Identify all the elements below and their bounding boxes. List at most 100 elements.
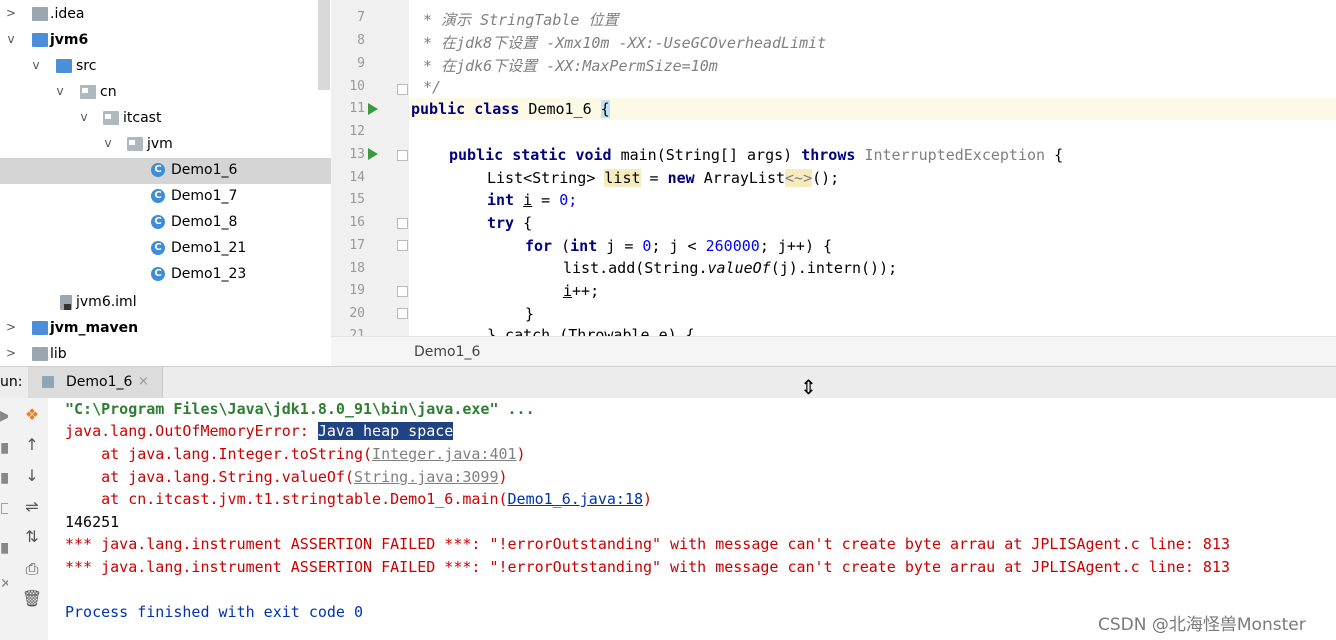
code-editor[interactable]: 7 8 9 10 11 12 13 14 15 16 17 18 19 20 2… [331,0,1336,367]
line-number: 15 [349,192,365,207]
source-link[interactable]: Demo1_6.java:18 [508,490,643,508]
tree-item-jvm6-iml[interactable]: jvm6.iml [0,290,331,316]
class-icon: C [151,163,165,177]
editor-gutter: 7 8 9 10 11 12 13 14 15 16 17 18 19 20 2… [331,0,409,336]
code-line-main-decl: public static void main(String[] args) t… [449,146,1064,164]
tree-item-idea[interactable]: > .idea [0,2,331,28]
code-line-close-for: } [525,305,535,323]
breadcrumb[interactable]: Demo1_6 [331,336,1336,367]
run-toolbar: ▶ ■ ■ □ ■ ✕ ❖ ↑ ↓ ⇌ ⇅ ⎙ 🗑 [0,398,49,640]
module-folder-icon [32,33,48,47]
line-number: 11 [349,101,365,116]
tree-item-demo1-6[interactable]: C Demo1_6 [0,158,331,184]
console-finished-line: Process finished with exit code 0 [65,603,364,621]
run-tool-header: un: Demo1_6 × ⇕ [0,366,1336,399]
settings-icon[interactable]: □ [0,500,8,516]
fold-marker-icon[interactable] [397,286,408,297]
tree-item-label: jvm_maven [50,320,139,336]
scroll-to-end-icon[interactable]: ⇅ [21,526,43,548]
console-error-line: java.lang.OutOfMemoryError: Java heap sp… [65,422,454,440]
line-number: 14 [349,170,365,185]
chevron-down-icon[interactable]: v [30,58,42,72]
chevron-down-icon[interactable]: v [102,136,114,150]
package-icon [127,137,143,151]
code-comment-line: * 在jdk6下设置 -XX:MaxPermSize=10m [423,57,718,75]
tree-item-jvm-maven[interactable]: > jvm_maven [0,316,331,342]
run-gutter-icon[interactable] [368,103,378,115]
console-output[interactable]: "C:\Program Files\Java\jdk1.8.0_91\bin\j… [48,398,1336,640]
close-icon[interactable]: × [138,374,149,389]
tree-item-demo1-21[interactable]: C Demo1_21 [0,236,331,262]
tree-item-src[interactable]: v src [0,54,331,80]
source-link[interactable]: String.java:3099 [354,468,499,486]
debug-logo-icon[interactable]: ❖ [21,404,43,426]
chevron-down-icon[interactable]: v [54,84,66,98]
code-line-class-decl: public class Demo1_6 { [411,100,610,118]
console-stack-line: at java.lang.String.valueOf(String.java:… [65,468,508,486]
code-line-increment: i++; [563,282,600,300]
run-tab-demo1-6[interactable]: Demo1_6 × [28,367,163,398]
print-icon[interactable]: ⎙ [21,558,43,580]
code-comment-line: * 在jdk8下设置 -Xmx10m -XX:-UseGCOverheadLim… [423,34,827,52]
fold-marker-icon[interactable] [397,84,408,95]
code-line-for: for (int j = 0; j < 260000; j++) { [525,237,833,255]
restore-layout-icon[interactable]: ■ [0,470,8,486]
source-link[interactable]: Integer.java:401 [372,445,517,463]
chevron-down-icon[interactable]: v [78,110,90,124]
tree-item-jvm[interactable]: v jvm [0,132,331,158]
arrow-down-icon[interactable]: ↓ [21,465,43,487]
selected-text[interactable]: Java heap space [317,422,454,440]
fold-marker-icon[interactable] [397,218,408,229]
class-icon: C [151,215,165,229]
run-label: un: [0,374,23,390]
tree-item-demo1-7[interactable]: C Demo1_7 [0,184,331,210]
run-tab-label: Demo1_6 [66,374,133,390]
line-number: 12 [349,124,365,139]
tree-item-label: Demo1_23 [171,266,247,282]
tree-item-label: src [76,58,97,74]
arrow-up-icon[interactable]: ↑ [21,434,43,456]
fold-marker-icon[interactable] [397,240,408,251]
module-file-icon [60,295,72,310]
line-number: 9 [357,56,365,71]
code-comment-line: * 演示 StringTable 位置 [423,11,619,29]
soft-wrap-icon[interactable]: ⇌ [21,496,43,518]
console-count-line: 146251 [65,513,120,531]
class-icon: C [151,241,165,255]
rerun-icon[interactable]: ▶ [0,408,8,424]
chevron-right-icon[interactable]: > [5,6,17,20]
tree-item-demo1-8[interactable]: C Demo1_8 [0,210,331,236]
chevron-down-icon[interactable]: v [5,32,17,46]
stop-icon[interactable]: ■ [0,440,8,456]
module-folder-icon [32,321,48,335]
breadcrumb-item[interactable]: Demo1_6 [414,344,480,360]
fold-marker-icon[interactable] [397,150,408,161]
chevron-right-icon[interactable]: > [5,320,17,334]
tree-item-label: Demo1_7 [171,188,238,204]
tree-item-label: jvm6 [50,32,89,48]
code-line-add: list.add(String.valueOf(j).intern()); [563,259,898,277]
trash-icon[interactable]: 🗑 [21,588,43,610]
close-tool-icon[interactable]: ✕ [0,576,8,592]
run-gutter-icon[interactable] [368,148,378,160]
console-stack-line: at java.lang.Integer.toString(Integer.ja… [65,445,526,463]
tree-item-itcast[interactable]: v itcast [0,106,331,132]
line-number: 18 [349,261,365,276]
folder-icon [32,347,48,361]
class-icon: C [151,267,165,281]
chevron-right-icon[interactable]: > [5,346,17,360]
tree-item-demo1-23[interactable]: C Demo1_23 [0,262,331,288]
line-number: 20 [349,306,365,321]
tree-item-cn[interactable]: v cn [0,80,331,106]
tree-item-label: Demo1_21 [171,240,247,256]
run-config-icon [42,376,54,388]
tree-item-label: Demo1_6 [171,162,238,178]
package-icon [80,85,96,99]
console-assertion-line: *** java.lang.instrument ASSERTION FAILE… [65,558,1230,576]
tree-item-label: .idea [50,6,85,22]
tree-item-lib[interactable]: > lib [0,342,331,366]
fold-marker-icon[interactable] [397,308,408,319]
pin-icon[interactable]: ■ [0,540,8,556]
code-comment-line: */ [423,78,442,96]
tree-item-jvm6[interactable]: v jvm6 [0,28,331,54]
